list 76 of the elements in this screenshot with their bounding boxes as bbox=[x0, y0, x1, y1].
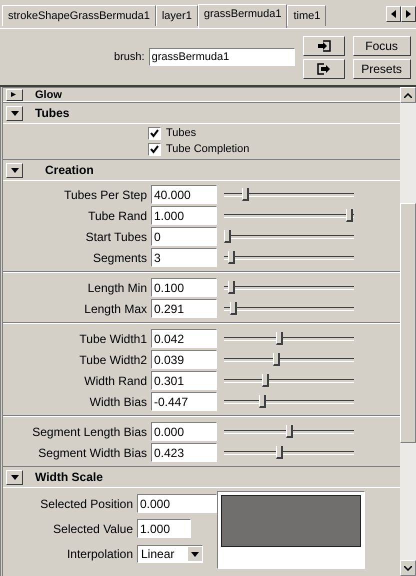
value-field[interactable]: 0.301 bbox=[151, 371, 217, 390]
collapse-toggle[interactable] bbox=[6, 470, 23, 484]
triangle-icon bbox=[10, 474, 18, 480]
collapse-toggle[interactable] bbox=[6, 88, 23, 100]
value-field[interactable]: 0.039 bbox=[151, 350, 217, 369]
value-field[interactable]: 0.423 bbox=[151, 443, 217, 462]
checkbox-label: Tube Completion bbox=[166, 143, 250, 155]
slider[interactable] bbox=[224, 332, 354, 346]
interpolation-dropdown[interactable]: Linear bbox=[137, 544, 203, 562]
ramp-editor[interactable] bbox=[217, 491, 365, 569]
field-label: Tubes Per Step bbox=[63, 188, 148, 202]
field-label: Length Min bbox=[86, 280, 148, 294]
field-label: Selected Position bbox=[39, 496, 134, 510]
tab[interactable]: time1 bbox=[287, 5, 326, 26]
value-field[interactable]: 0.000 bbox=[151, 422, 217, 441]
field-label: Tube Rand bbox=[87, 208, 148, 222]
right-arrow-icon bbox=[406, 10, 412, 18]
slider[interactable] bbox=[224, 280, 354, 294]
value-field[interactable]: 0.291 bbox=[151, 299, 217, 318]
value-field[interactable]: -0.447 bbox=[151, 392, 217, 411]
brush-label: brush: bbox=[114, 51, 145, 63]
slider[interactable] bbox=[224, 230, 354, 244]
triangle-icon bbox=[10, 92, 18, 97]
checkbox[interactable] bbox=[148, 126, 161, 140]
slider[interactable] bbox=[224, 352, 354, 366]
value-field[interactable]: 3 bbox=[151, 248, 217, 267]
collapse-toggle[interactable] bbox=[6, 162, 23, 178]
slider[interactable] bbox=[224, 188, 354, 202]
tab[interactable]: strokeShapeGrassBermuda1 bbox=[2, 5, 156, 26]
field-label: Interpolation bbox=[66, 546, 134, 560]
brush-field[interactable]: grassBermuda1 bbox=[148, 48, 295, 66]
arrow-out-of-box-icon bbox=[316, 62, 331, 74]
tab[interactable]: grassBermuda1 bbox=[198, 4, 288, 28]
value-field[interactable]: 0.000 bbox=[137, 494, 217, 513]
collapse-toggle[interactable] bbox=[6, 106, 23, 120]
field-label: Selected Value bbox=[52, 522, 134, 536]
checkbox-label: Tubes bbox=[166, 127, 196, 139]
scroll-left-button[interactable] bbox=[386, 6, 401, 22]
field-label: Segments bbox=[92, 250, 148, 264]
slider[interactable] bbox=[224, 374, 354, 388]
save-button[interactable] bbox=[302, 58, 345, 78]
field-label: Width Rand bbox=[83, 374, 148, 388]
slider[interactable] bbox=[224, 302, 354, 316]
triangle-icon bbox=[10, 110, 18, 116]
value-field[interactable]: 1.000 bbox=[137, 519, 191, 538]
value-field[interactable]: 0.042 bbox=[151, 329, 217, 348]
field-label: Width Bias bbox=[88, 394, 148, 408]
field-label: Start Tubes bbox=[84, 230, 148, 244]
field-label: Tube Width1 bbox=[78, 332, 148, 346]
dropdown-value: Linear bbox=[141, 546, 174, 560]
slider[interactable] bbox=[224, 424, 354, 438]
slider[interactable] bbox=[224, 394, 354, 408]
scrollbar[interactable] bbox=[400, 87, 416, 576]
field-label: Segment Width Bias bbox=[37, 446, 148, 460]
field-label: Segment Length Bias bbox=[31, 424, 148, 438]
slider[interactable] bbox=[224, 446, 354, 460]
header-button[interactable]: Focus bbox=[352, 36, 411, 56]
value-field[interactable]: 0.100 bbox=[151, 278, 217, 297]
arrow-into-box-icon bbox=[316, 40, 331, 52]
section-title: Creation bbox=[45, 163, 94, 177]
slider[interactable] bbox=[224, 250, 354, 264]
value-field[interactable]: 0 bbox=[151, 227, 217, 246]
section-title: Width Scale bbox=[35, 470, 103, 484]
slider[interactable] bbox=[224, 208, 354, 222]
field-label: Length Max bbox=[83, 302, 148, 316]
value-field[interactable]: 1.000 bbox=[151, 206, 217, 225]
checkbox[interactable] bbox=[148, 142, 161, 156]
triangle-icon bbox=[10, 168, 18, 172]
section-title: Tubes bbox=[35, 106, 70, 120]
field-label: Tube Width2 bbox=[78, 352, 148, 366]
header-button[interactable]: Presets bbox=[352, 58, 411, 78]
value-field[interactable]: 40.000 bbox=[151, 185, 217, 204]
load-button[interactable] bbox=[302, 36, 345, 56]
section-title: Glow bbox=[35, 88, 62, 100]
scroll-right-button[interactable] bbox=[401, 6, 416, 22]
left-arrow-icon bbox=[390, 10, 396, 18]
